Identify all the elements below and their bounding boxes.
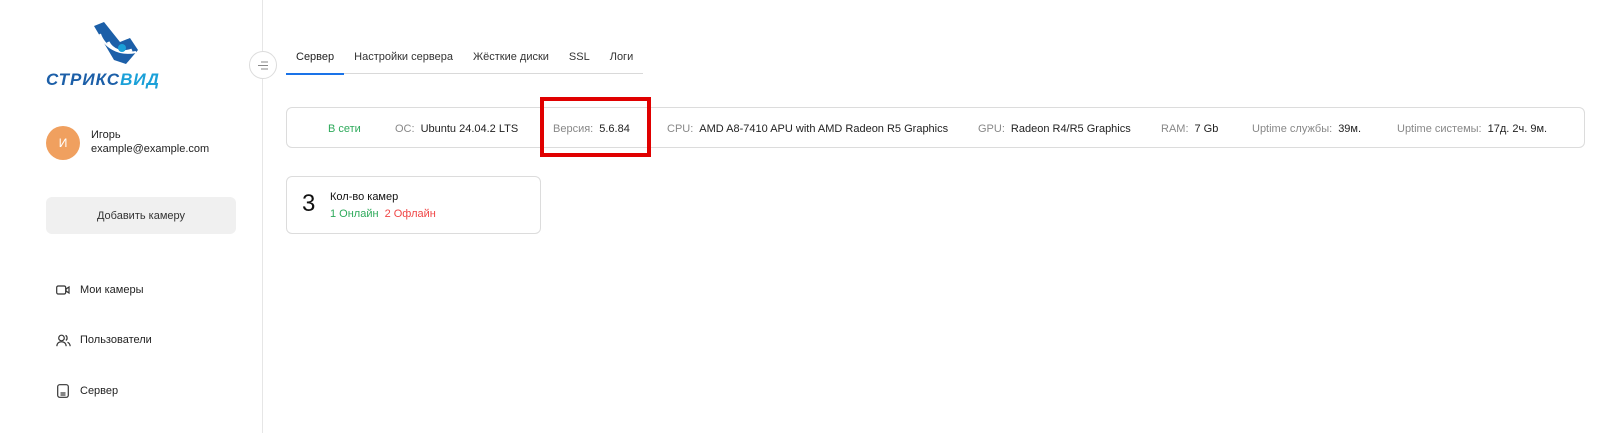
cpu-label: CPU: <box>667 122 694 135</box>
ram-value: 7 Gb <box>1194 122 1219 135</box>
server-tabs: Сервер Настройки сервера Жёсткие диски S… <box>286 44 644 75</box>
user-email: example@example.com <box>91 143 210 155</box>
server-icon <box>55 383 71 399</box>
users-icon <box>55 332 71 348</box>
version-highlight-box <box>540 97 651 157</box>
gpu-value: Radeon R4/R5 Graphics <box>1010 122 1131 135</box>
service-uptime-value: 39м. <box>1338 122 1362 135</box>
online-status-text: В сети <box>328 122 361 135</box>
brand-name: СТРИКСВИД <box>46 70 160 90</box>
stat-gpu: GPU: Radeon R4/R5 Graphics <box>978 108 1131 149</box>
stat-ram: RAM: 7 Gb <box>1161 108 1218 149</box>
sidebar-item-label: Сервер <box>80 385 119 397</box>
system-uptime-value: 17д. 2ч. 9м. <box>1487 122 1548 135</box>
stat-cpu: CPU: AMD A8-7410 APU with AMD Radeon R5 … <box>667 108 948 149</box>
camera-status-summary: 1 Онлайн 2 Офлайн <box>330 208 436 220</box>
tab-server-settings[interactable]: Настройки сервера <box>354 44 453 74</box>
status-online: В сети <box>328 108 361 149</box>
sidebar: СТРИКСВИД И Игорь example@example.com До… <box>0 0 263 433</box>
cameras-offline: 2 Офлайн <box>384 208 436 220</box>
camera-icon <box>55 282 71 298</box>
camera-count-title: Кол-во камер <box>330 191 399 203</box>
tab-ssl[interactable]: SSL <box>569 44 590 74</box>
sidebar-item-users[interactable]: Пользователи <box>55 330 152 350</box>
cpu-value: AMD A8-7410 APU with AMD Radeon R5 Graph… <box>699 122 949 135</box>
tab-logs[interactable]: Логи <box>610 44 634 74</box>
sidebar-item-server[interactable]: Сервер <box>55 381 118 401</box>
logo-mark-icon <box>94 22 138 64</box>
add-camera-button[interactable]: Добавить камеру <box>46 197 236 234</box>
camera-count-card[interactable]: 3 Кол-во камер 1 Онлайн 2 Офлайн <box>286 176 541 234</box>
ram-label: RAM: <box>1161 122 1189 135</box>
tab-hard-drives[interactable]: Жёсткие диски <box>473 44 549 74</box>
gpu-label: GPU: <box>978 122 1005 135</box>
user-profile[interactable]: И Игорь example@example.com <box>46 126 246 160</box>
sidebar-item-label: Мои камеры <box>80 284 144 296</box>
camera-count: 3 <box>302 190 316 217</box>
sidebar-item-cameras[interactable]: Мои камеры <box>55 280 143 300</box>
brand-logo[interactable]: СТРИКСВИД <box>46 20 191 90</box>
stat-system-uptime: Uptime системы: 17д. 2ч. 9м. <box>1397 108 1547 149</box>
avatar: И <box>46 126 80 160</box>
user-name: Игорь <box>91 129 121 141</box>
cameras-online: 1 Онлайн <box>330 208 379 220</box>
brand-name-part2: ВИД <box>120 70 160 89</box>
system-uptime-label: Uptime системы: <box>1397 122 1482 135</box>
tab-server[interactable]: Сервер <box>286 44 345 75</box>
os-value: Ubuntu 24.04.2 LTS <box>420 122 519 135</box>
menu-collapse-icon <box>258 61 268 69</box>
sidebar-item-label: Пользователи <box>80 334 152 346</box>
os-label: ОС: <box>395 122 415 135</box>
service-uptime-label: Uptime службы: <box>1252 122 1333 135</box>
server-status-bar: В сети ОС: Ubuntu 24.04.2 LTS Версия: 5.… <box>286 107 1585 148</box>
stat-service-uptime: Uptime службы: 39м. <box>1252 108 1361 149</box>
brand-name-part1: СТРИКС <box>46 70 121 89</box>
sidebar-toggle-button[interactable] <box>249 51 277 79</box>
stat-os: ОС: Ubuntu 24.04.2 LTS <box>395 108 518 149</box>
